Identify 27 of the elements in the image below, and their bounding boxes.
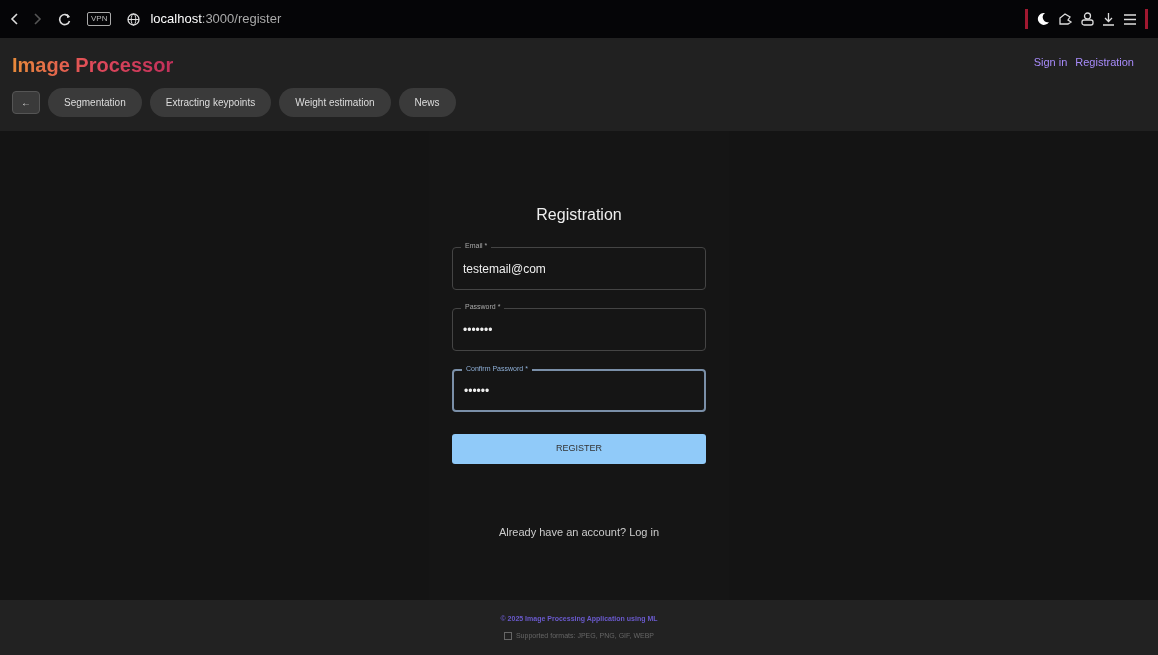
nav-link[interactable]: Sign in	[1033, 54, 1068, 71]
back-button[interactable]: ←	[12, 91, 40, 114]
menu-icon[interactable]	[1123, 12, 1137, 26]
input-field[interactable]: •••••••	[453, 309, 705, 350]
nav-link[interactable]: Registration	[1075, 54, 1134, 71]
globe-icon	[127, 12, 141, 26]
image-icon	[503, 631, 512, 640]
profile-icon[interactable]	[1081, 12, 1094, 26]
login-prompt[interactable]: Already have an account? Log in	[498, 523, 660, 540]
nav-button[interactable]: Weight estimation	[279, 88, 391, 117]
forward-icon[interactable]	[34, 13, 42, 25]
url-field[interactable]: localhost:3000/register	[150, 9, 282, 29]
input-field[interactable]: testemail@com	[453, 248, 705, 289]
extensions-icon[interactable]	[1058, 12, 1073, 26]
download-icon[interactable]	[1102, 12, 1115, 26]
nav-button[interactable]: News	[398, 88, 456, 117]
register-button[interactable]: REGISTER	[452, 434, 706, 464]
vpn-badge[interactable]: VPN	[87, 12, 112, 26]
divider-mark	[1145, 9, 1148, 29]
input-field[interactable]: ••••••	[454, 371, 704, 410]
nav-button[interactable]: Extracting keypoints	[149, 88, 272, 117]
divider-mark	[1025, 9, 1028, 29]
form-title: Registration	[536, 205, 622, 225]
moon-icon[interactable]	[1036, 12, 1050, 26]
nav-button[interactable]: Segmentation	[48, 88, 142, 117]
reload-icon[interactable]	[58, 12, 71, 26]
back-icon[interactable]	[10, 13, 18, 25]
